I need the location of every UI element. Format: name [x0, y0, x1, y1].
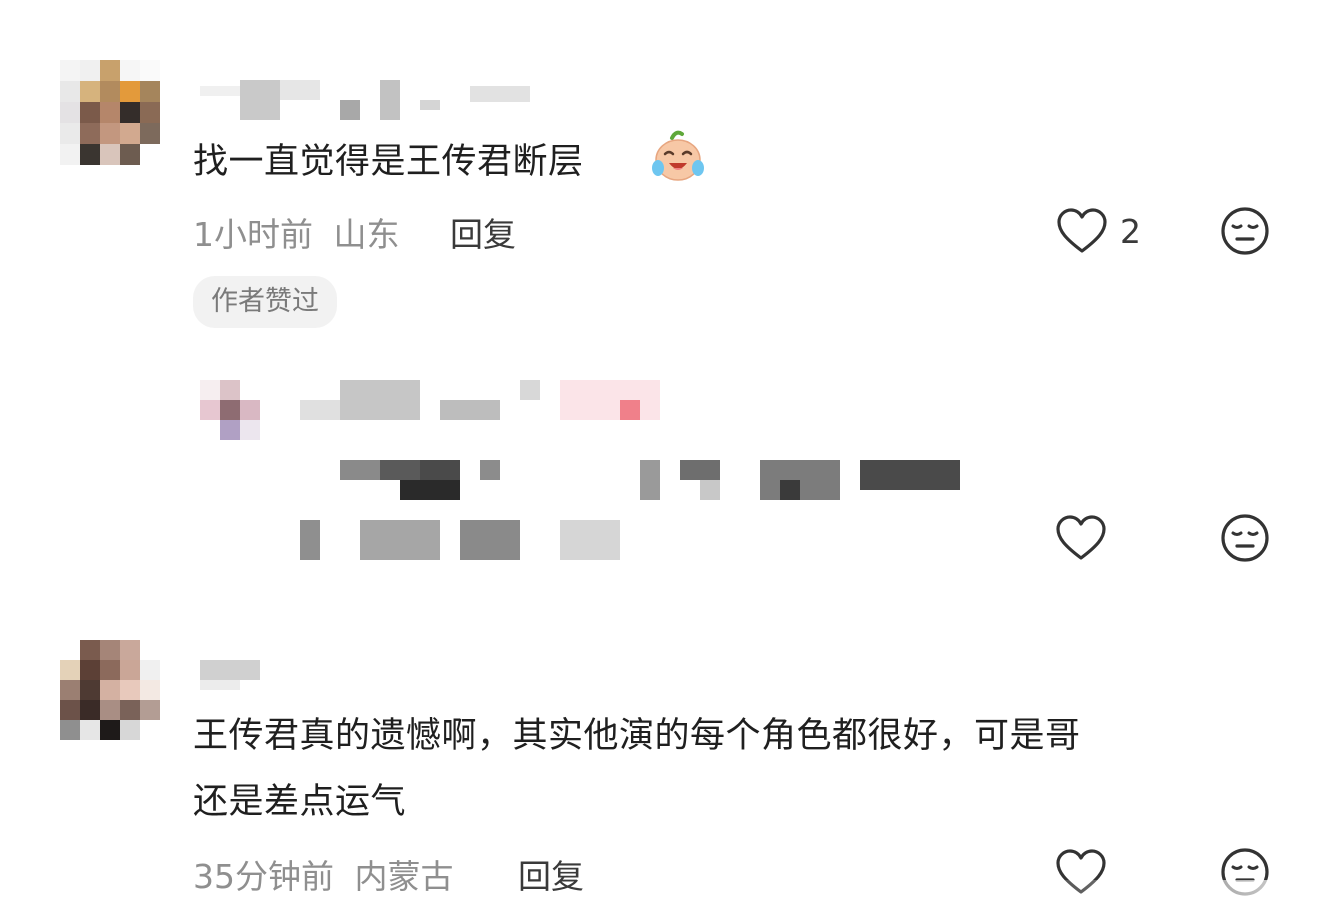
heart-outline-icon	[1057, 208, 1107, 253]
dislike-button[interactable]	[1220, 206, 1270, 260]
reply-like-button[interactable]	[1055, 514, 1107, 566]
neutral-face-icon	[1221, 207, 1269, 255]
avatar[interactable]	[60, 60, 160, 165]
like-count: 2	[1120, 212, 1141, 251]
reply-button[interactable]: 回复	[450, 208, 516, 256]
comment-location: 山东	[333, 215, 400, 254]
comment-meta: 35分钟前 内蒙古	[193, 850, 454, 898]
comment-text: 王传君真的遗憾啊，其实他演的每个角色都很好，可是哥 还是差点运气	[193, 714, 1081, 824]
comment-time: 1小时前	[193, 215, 313, 254]
avatar[interactable]	[60, 640, 160, 740]
reply-avatar[interactable]	[200, 380, 260, 440]
comment-body-line-1: 王传君真的遗憾啊，其实他演的每个角色都很好，可是哥	[193, 716, 1081, 756]
reply-dislike-button[interactable]	[1220, 513, 1270, 567]
heart-outline-icon	[1056, 515, 1106, 560]
neutral-face-icon	[1221, 514, 1269, 562]
author-liked-badge: 作者赞过	[193, 276, 337, 328]
comment-text: 找一直觉得是王传君断层	[193, 140, 584, 184]
comment-body: 找一直觉得是王传君断层	[193, 142, 584, 182]
like-button[interactable]	[1056, 207, 1108, 259]
cry-laugh-emoji	[650, 130, 706, 184]
reply-button[interactable]: 回复	[518, 850, 584, 898]
comment-body-line-2: 还是差点运气	[193, 782, 407, 822]
bottom-fade	[1000, 880, 1320, 919]
comment-meta: 1小时前 山东	[193, 208, 400, 256]
comment-location: 内蒙古	[354, 857, 454, 896]
comment-time: 35分钟前	[193, 857, 334, 896]
